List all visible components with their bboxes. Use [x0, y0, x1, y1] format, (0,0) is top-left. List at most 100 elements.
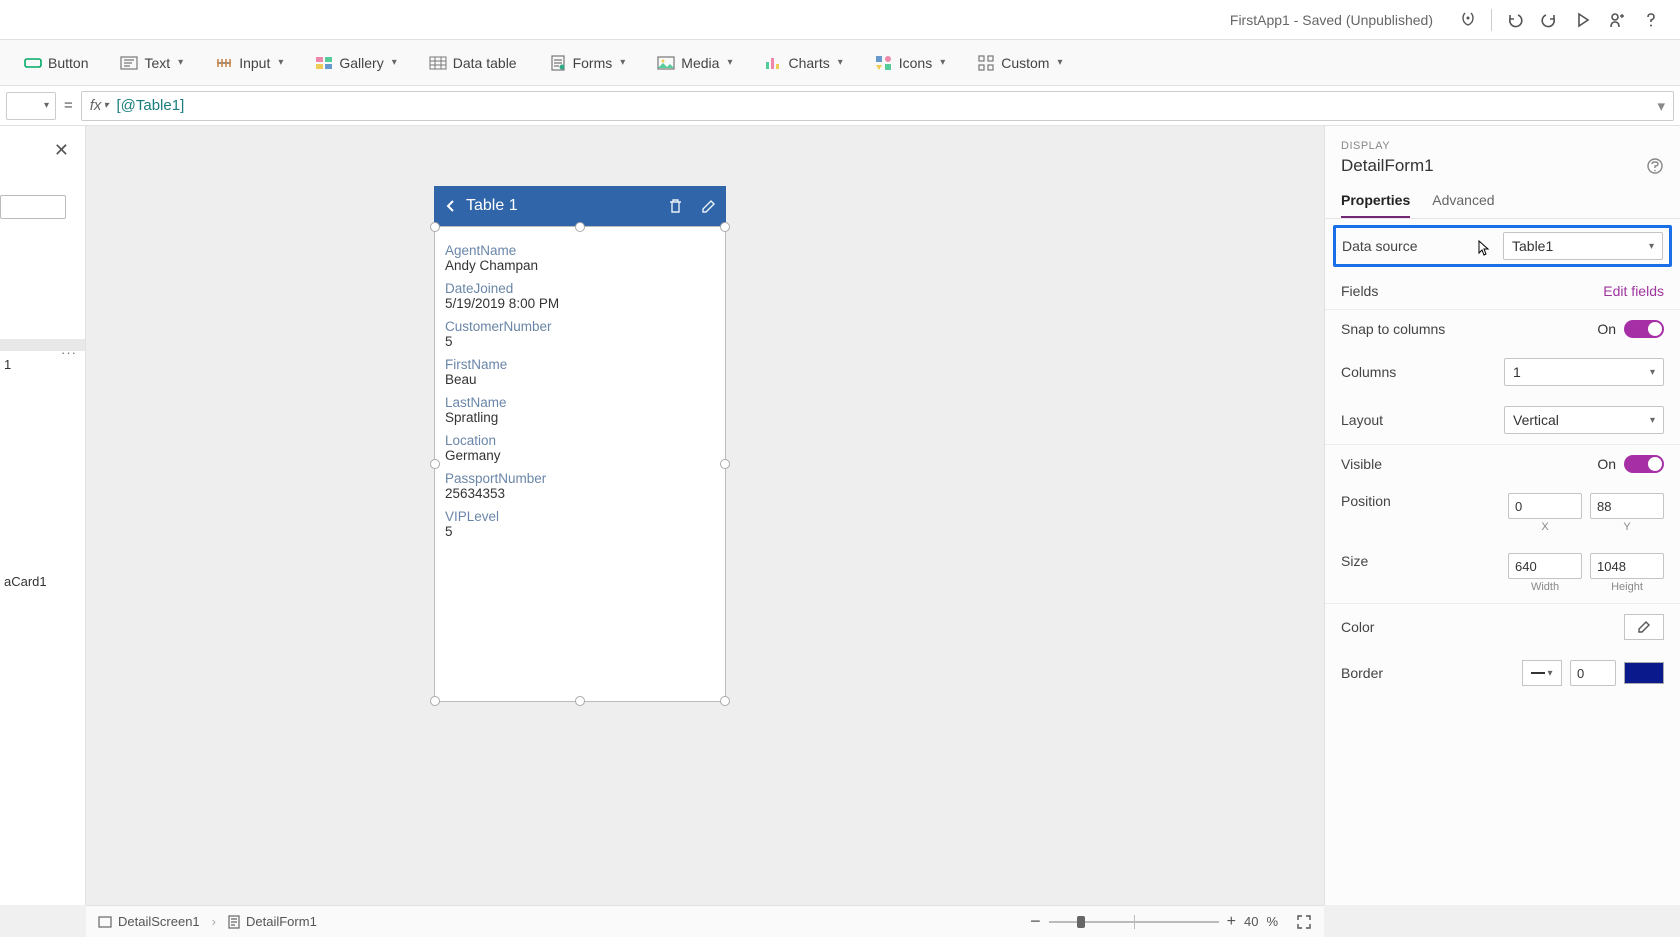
visible-toggle[interactable]: On [1597, 455, 1664, 473]
resize-handle[interactable] [720, 696, 730, 706]
field-value: 5 [445, 524, 715, 539]
tree-pane: ✕ ··· 1 aCard1 [0, 126, 86, 905]
resize-handle[interactable] [720, 222, 730, 232]
help-icon[interactable] [1634, 3, 1668, 37]
insert-button[interactable]: Button [14, 40, 98, 85]
layout-dropdown[interactable]: Vertical ▾ [1504, 406, 1664, 434]
tree-node-form[interactable]: ··· [0, 339, 85, 351]
form-preview[interactable]: Table 1 AgentName Andy Champan [434, 186, 726, 704]
border-style-dropdown[interactable]: ▾ [1522, 660, 1562, 686]
size-width-input[interactable]: 640 [1508, 553, 1582, 579]
insert-custom[interactable]: Custom ▾ [967, 40, 1072, 85]
chevron-down-icon: ▾ [1057, 57, 1062, 68]
size-label: Size [1341, 553, 1368, 569]
formula-input[interactable]: fx▾ [@Table1] ▾ [81, 91, 1674, 121]
status-bar: DetailScreen1 › DetailForm1 − + 40 % [86, 905, 1324, 937]
field-value: 25634353 [445, 486, 715, 501]
chevron-down-icon: ▾ [940, 57, 945, 68]
resize-handle[interactable] [720, 459, 730, 469]
gallery-icon [315, 54, 333, 72]
insert-input-label: Input [239, 55, 270, 71]
insert-custom-label: Custom [1001, 55, 1049, 71]
insert-forms-label: Forms [573, 55, 613, 71]
tree-node-card[interactable]: aCard1 [0, 568, 85, 595]
expand-formula-icon[interactable]: ▾ [1657, 97, 1665, 115]
app-title: FirstApp1 - Saved (Unpublished) [1230, 12, 1433, 28]
zoom-out-button[interactable]: − [1030, 911, 1041, 932]
insert-input[interactable]: Input ▾ [205, 40, 293, 85]
breadcrumb-form[interactable]: DetailForm1 [228, 914, 317, 929]
tab-advanced[interactable]: Advanced [1432, 192, 1494, 218]
data-source-dropdown[interactable]: Table1 ▾ [1503, 232, 1663, 260]
insert-media-label: Media [681, 55, 719, 71]
position-y-input[interactable]: 88 [1590, 493, 1664, 519]
breadcrumb-screen[interactable]: DetailScreen1 [98, 914, 200, 929]
tab-properties[interactable]: Properties [1341, 192, 1410, 218]
border-width-input[interactable]: 0 [1570, 660, 1616, 686]
close-tree-icon[interactable]: ✕ [48, 134, 75, 167]
border-color-chip[interactable] [1624, 662, 1664, 684]
app-checker-icon[interactable] [1451, 3, 1485, 37]
data-source-row: Data source Table1 ▾ [1333, 225, 1672, 267]
insert-text[interactable]: Text ▾ [110, 40, 193, 85]
data-source-label: Data source [1342, 238, 1417, 254]
fit-screen-icon[interactable] [1296, 914, 1312, 930]
color-picker[interactable] [1624, 614, 1664, 640]
insert-charts[interactable]: Charts ▾ [754, 40, 852, 85]
edit-fields-link[interactable]: Edit fields [1603, 283, 1664, 299]
selected-control-name: DetailForm1 [1341, 156, 1434, 176]
forms-icon [549, 54, 567, 72]
back-icon[interactable] [444, 199, 458, 213]
size-height-input[interactable]: 1048 [1590, 553, 1664, 579]
properties-panel: DISPLAY DetailForm1 Properties Advanced … [1324, 126, 1680, 905]
insert-gallery-label: Gallery [339, 55, 383, 71]
formula-bar: ▾ = fx▾ [@Table1] ▾ [0, 86, 1680, 126]
insert-gallery[interactable]: Gallery ▾ [305, 40, 406, 85]
insert-ribbon: Button Text ▾ Input ▾ Gallery ▾ Data tab… [0, 40, 1680, 86]
form-header: Table 1 [434, 186, 726, 226]
zoom-in-button[interactable]: + [1227, 913, 1236, 931]
breadcrumb-separator: › [212, 914, 216, 929]
field-label: AgentName [445, 243, 715, 258]
play-icon[interactable] [1566, 3, 1600, 37]
chevron-down-icon: ▾ [1650, 415, 1655, 426]
insert-icons-label: Icons [899, 55, 932, 71]
resize-handle[interactable] [430, 222, 440, 232]
resize-handle[interactable] [430, 459, 440, 469]
insert-datatable[interactable]: Data table [419, 40, 527, 85]
color-label: Color [1341, 619, 1374, 635]
resize-handle[interactable] [430, 696, 440, 706]
insert-icons[interactable]: Icons ▾ [865, 40, 956, 85]
insert-text-label: Text [144, 55, 170, 71]
zoom-slider[interactable] [1049, 921, 1219, 923]
chevron-down-icon: ▾ [620, 57, 625, 68]
snap-toggle[interactable]: On [1597, 320, 1664, 338]
form-body[interactable]: AgentName Andy Champan DateJoined 5/19/2… [434, 226, 726, 702]
resize-handle[interactable] [575, 222, 585, 232]
info-icon[interactable] [1646, 157, 1664, 175]
position-x-input[interactable]: 0 [1508, 493, 1582, 519]
chevron-down-icon: ▾ [727, 57, 732, 68]
layout-value: Vertical [1513, 412, 1559, 428]
insert-media[interactable]: Media ▾ [647, 40, 742, 85]
columns-dropdown[interactable]: 1 ▾ [1504, 358, 1664, 386]
divider [1491, 9, 1492, 31]
redo-icon[interactable] [1532, 3, 1566, 37]
design-canvas[interactable]: Table 1 AgentName Andy Champan [86, 126, 1324, 905]
screen-thumbnail[interactable] [0, 195, 66, 219]
share-icon[interactable] [1600, 3, 1634, 37]
zoom-thumb[interactable] [1077, 916, 1085, 928]
formula-text: [@Table1] [116, 97, 184, 114]
width-sublabel: Width [1508, 581, 1582, 593]
data-source-value: Table1 [1512, 238, 1553, 254]
undo-icon[interactable] [1498, 3, 1532, 37]
property-selector[interactable]: ▾ [6, 92, 56, 120]
layout-label: Layout [1341, 412, 1383, 428]
more-icon[interactable]: ··· [61, 345, 77, 360]
insert-forms[interactable]: Forms ▾ [539, 40, 636, 85]
input-icon [215, 54, 233, 72]
edit-icon[interactable] [701, 199, 716, 214]
chevron-down-icon: ▾ [44, 100, 49, 111]
delete-icon[interactable] [668, 198, 683, 214]
resize-handle[interactable] [575, 696, 585, 706]
